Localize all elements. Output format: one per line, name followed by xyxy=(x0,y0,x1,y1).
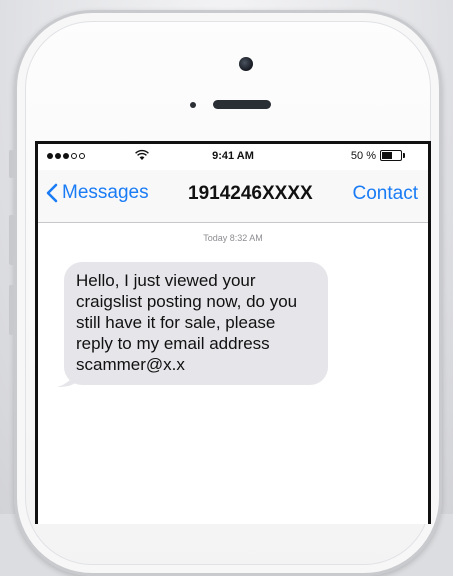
incoming-message-bubble[interactable]: Hello, I just viewed your craigslist pos… xyxy=(64,262,328,385)
back-to-messages-button[interactable]: Messages xyxy=(46,182,149,204)
chevron-left-icon xyxy=(46,183,58,203)
message-timestamp: Today 8:32 AM xyxy=(203,233,263,243)
proximity-sensor xyxy=(190,102,196,108)
navigation-bar: Messages 1914246XXXX Contact xyxy=(38,170,428,223)
message-text: Hello, I just viewed your craigslist pos… xyxy=(76,271,298,374)
phone-screen: 9:41 AM 50 % Messages 1914246XXXX Contac… xyxy=(35,141,431,524)
earpiece-speaker xyxy=(213,100,271,109)
front-camera xyxy=(239,57,253,71)
status-bar: 9:41 AM 50 % xyxy=(38,144,428,170)
mute-switch xyxy=(9,150,14,178)
volume-down-button xyxy=(9,285,14,335)
volume-up-button xyxy=(9,215,14,265)
battery-percent: 50 % xyxy=(350,150,376,162)
battery-icon xyxy=(380,150,405,161)
contact-button[interactable]: Contact xyxy=(353,183,418,205)
conversation-title: 1914246XXXX xyxy=(188,183,313,204)
back-button-label: Messages xyxy=(62,182,149,203)
battery-fill xyxy=(382,152,392,159)
